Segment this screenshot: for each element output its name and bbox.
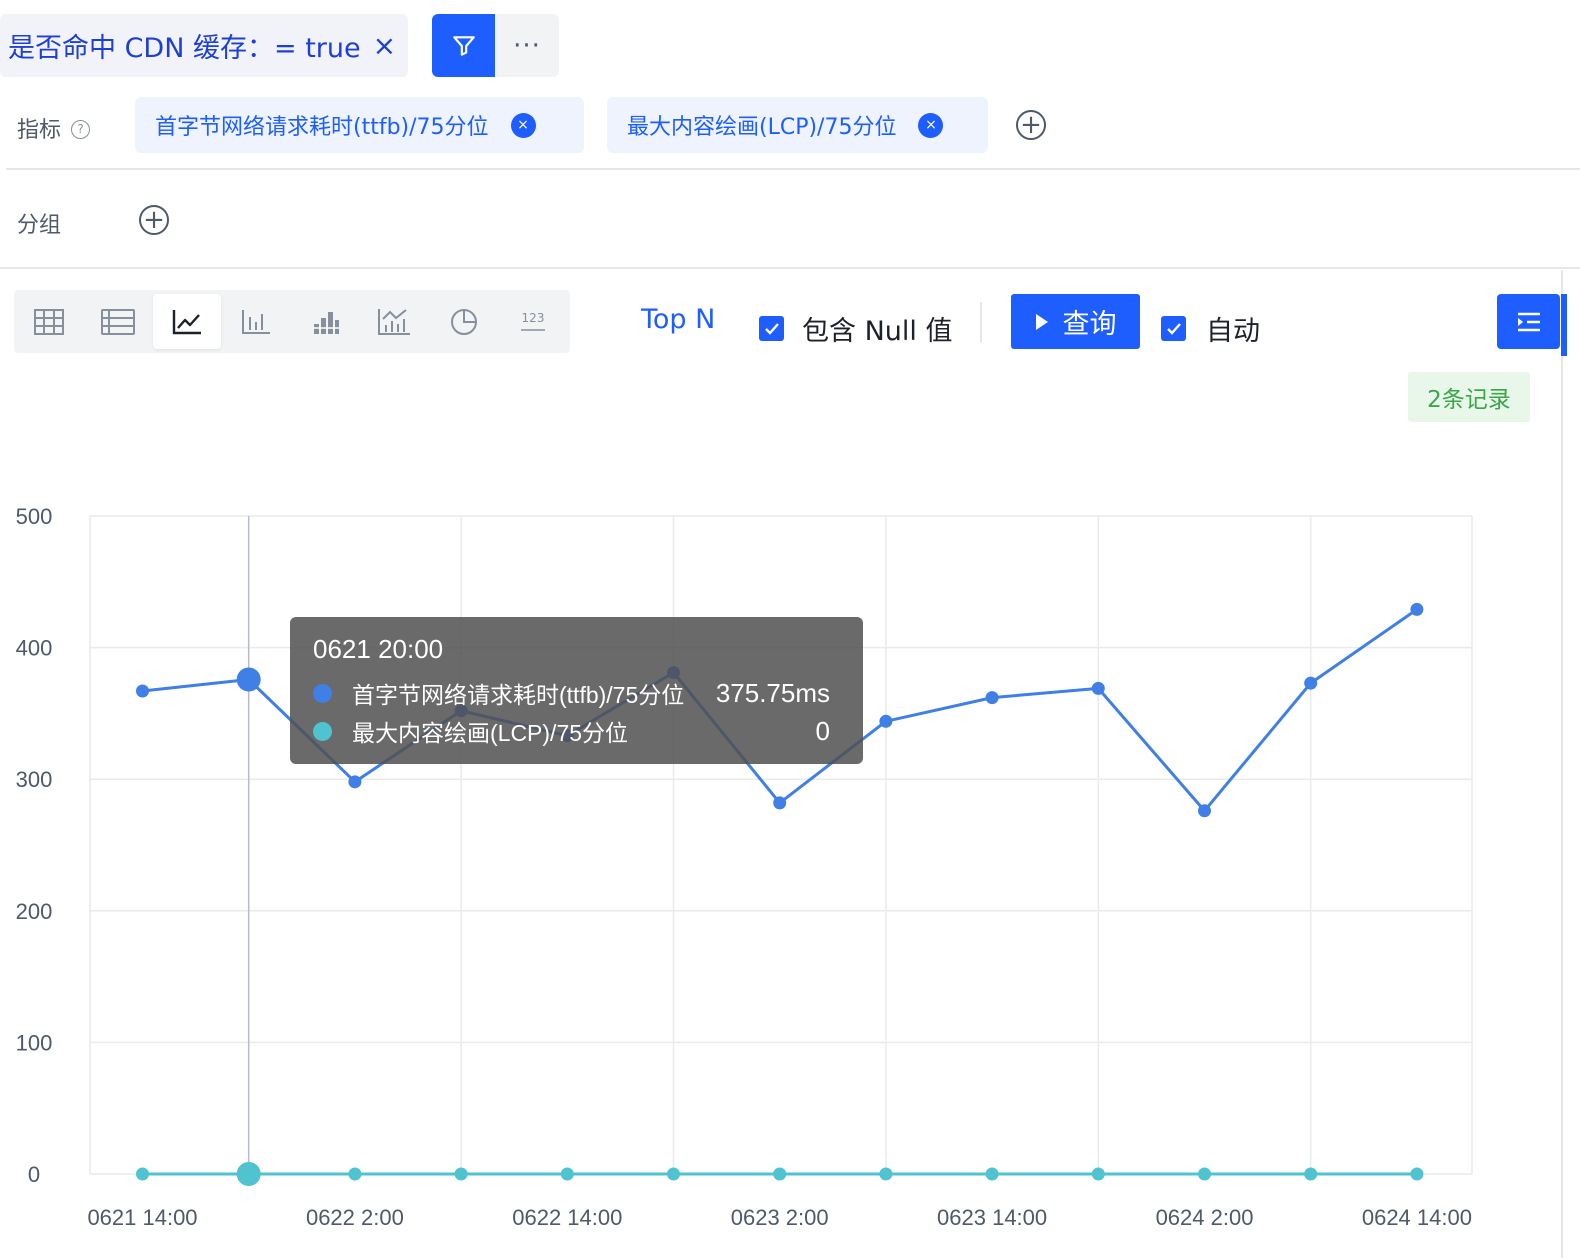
series-dot-ttfb	[313, 683, 332, 703]
stacked-bar-chart-icon[interactable]	[291, 294, 359, 349]
auto-toggle[interactable]: 自动	[1161, 309, 1260, 348]
side-panel-button[interactable]	[1497, 294, 1560, 349]
y-tick-label: 400	[16, 636, 53, 661]
data-point[interactable]	[348, 775, 362, 789]
divider	[6, 168, 1580, 170]
x-tick-label: 0623 2:00	[731, 1205, 829, 1230]
data-point[interactable]	[667, 1167, 680, 1181]
include-null-checkbox[interactable]	[759, 316, 784, 341]
chart-tooltip: 0621 20:00 首字节网络请求耗时(ttfb)/75分位 375.75ms…	[290, 617, 863, 764]
record-count-badge: 2条记录	[1408, 372, 1530, 422]
y-tick-label: 200	[16, 899, 53, 924]
y-tick-label: 300	[16, 767, 53, 792]
metric-tag-label: 首字节网络请求耗时(ttfb)/75分位	[155, 115, 489, 140]
tooltip-series-name: 最大内容绘画(LCP)/75分位	[352, 720, 629, 746]
filter-tag[interactable]: 是否命中 CDN 缓存：= true ×	[0, 14, 408, 77]
panel-edge	[1561, 270, 1563, 1258]
add-metric-icon[interactable]: +	[1016, 110, 1046, 140]
tooltip-series-name: 首字节网络请求耗时(ttfb)/75分位	[352, 682, 685, 708]
top-n-link[interactable]: Top N	[641, 304, 715, 335]
data-point[interactable]	[985, 1167, 999, 1181]
tooltip-series-value: 0	[815, 715, 830, 746]
metric-tag-lcp[interactable]: 最大内容绘画(LCP)/75分位 ×	[607, 97, 988, 153]
line-chart-icon[interactable]	[153, 294, 221, 349]
x-tick-label: 0624 2:00	[1156, 1205, 1254, 1230]
metric-tag-label: 最大内容绘画(LCP)/75分位	[627, 115, 897, 140]
add-group-icon[interactable]: +	[139, 205, 169, 235]
tooltip-title: 0621 20:00	[313, 634, 444, 664]
tooltip-row-ttfb: 首字节网络请求耗时(ttfb)/75分位 375.75ms	[313, 678, 840, 708]
help-icon[interactable]: ?	[71, 119, 91, 139]
query-button[interactable]: 查询	[1011, 294, 1140, 349]
data-point[interactable]	[236, 1162, 261, 1186]
visualization-type-switcher: 123	[14, 290, 570, 353]
y-tick-label: 500	[16, 504, 53, 529]
data-point[interactable]	[136, 1167, 149, 1181]
divider	[0, 267, 1580, 269]
data-point[interactable]	[236, 667, 261, 692]
pie-chart-icon[interactable]	[430, 294, 498, 349]
x-tick-label: 0622 14:00	[512, 1205, 622, 1230]
data-point[interactable]	[879, 1167, 893, 1181]
toolbar-divider	[980, 302, 982, 342]
data-point[interactable]	[1091, 1167, 1105, 1181]
data-point[interactable]	[1198, 804, 1211, 818]
auto-label: 自动	[1206, 316, 1260, 347]
metric-tag-ttfb[interactable]: 首字节网络请求耗时(ttfb)/75分位 ×	[135, 97, 584, 153]
remove-metric-icon[interactable]: ×	[918, 112, 944, 138]
grid-table-icon[interactable]	[15, 294, 83, 349]
query-label: 查询	[1062, 309, 1117, 340]
list-table-icon[interactable]	[84, 294, 152, 349]
data-point[interactable]	[454, 1167, 468, 1181]
bar-chart-icon[interactable]	[222, 294, 290, 349]
metrics-label-text: 指标	[17, 118, 62, 143]
funnel-icon	[452, 35, 475, 56]
metrics-label: 指标?	[17, 112, 91, 144]
data-point[interactable]	[1198, 1167, 1211, 1181]
remove-metric-icon[interactable]: ×	[510, 112, 536, 138]
include-null-toggle[interactable]: 包含 Null 值	[759, 309, 952, 348]
combo-chart-icon[interactable]	[360, 294, 428, 349]
filter-tag-label: 是否命中 CDN 缓存：= true	[8, 33, 361, 64]
data-point[interactable]	[348, 1167, 362, 1181]
data-point[interactable]	[1304, 1167, 1318, 1181]
data-point[interactable]	[136, 684, 149, 698]
x-tick-label: 0624 14:00	[1362, 1205, 1472, 1230]
include-null-label: 包含 Null 值	[802, 316, 953, 347]
y-tick-label: 100	[16, 1030, 53, 1055]
more-options-button[interactable]: ···	[495, 14, 559, 77]
data-point[interactable]	[560, 1167, 574, 1181]
tooltip-row-lcp: 最大内容绘画(LCP)/75分位 0	[313, 716, 840, 746]
data-point[interactable]	[985, 691, 999, 705]
x-tick-label: 0621 14:00	[87, 1205, 197, 1230]
x-tick-label: 0622 2:00	[306, 1205, 404, 1230]
panel-edge-indicator	[1561, 294, 1567, 356]
group-label: 分组	[17, 213, 62, 238]
indent-menu-icon	[1517, 312, 1540, 331]
data-point[interactable]	[1091, 681, 1105, 695]
line-chart[interactable]: 0 100 200 300 400 500 0621 14:00 0622 2:00 0622…	[0, 450, 1560, 1258]
data-point[interactable]	[1410, 602, 1424, 616]
tooltip-series-value: 375.75ms	[715, 677, 830, 708]
number-card-icon[interactable]: 123	[499, 294, 567, 349]
series-dot-lcp	[313, 721, 332, 741]
play-icon	[1035, 313, 1048, 330]
data-point[interactable]	[1410, 1167, 1424, 1181]
y-tick-label: 0	[28, 1162, 40, 1187]
filter-remove-icon[interactable]: ×	[373, 29, 396, 62]
data-point[interactable]	[879, 714, 893, 728]
auto-checkbox[interactable]	[1161, 316, 1186, 341]
data-point[interactable]	[773, 1167, 787, 1181]
number-card-text: 123	[522, 311, 545, 325]
data-point[interactable]	[1304, 676, 1318, 690]
x-tick-label: 0623 14:00	[937, 1205, 1047, 1230]
filter-button[interactable]	[432, 14, 495, 77]
data-point[interactable]	[773, 796, 787, 810]
